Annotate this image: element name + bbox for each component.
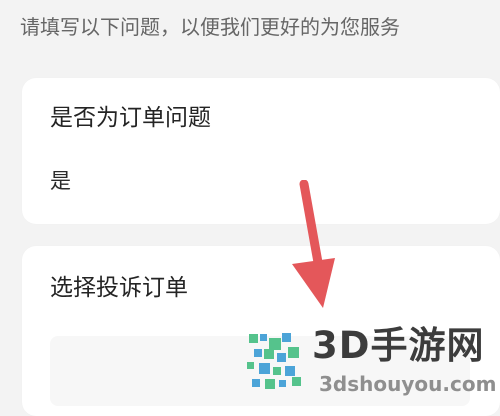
complaint-order-card[interactable]: 选择投诉订单 <box>22 246 500 416</box>
order-question-answer[interactable]: 是 <box>50 166 71 196</box>
form-intro-text: 请填写以下问题，以便我们更好的为您服务 <box>20 15 400 39</box>
complaint-order-label: 选择投诉订单 <box>50 275 188 301</box>
order-question-label: 是否为订单问题 <box>50 105 211 131</box>
order-question-card[interactable]: 是否为订单问题 是 <box>22 78 500 224</box>
complaint-order-selector[interactable] <box>50 336 470 406</box>
